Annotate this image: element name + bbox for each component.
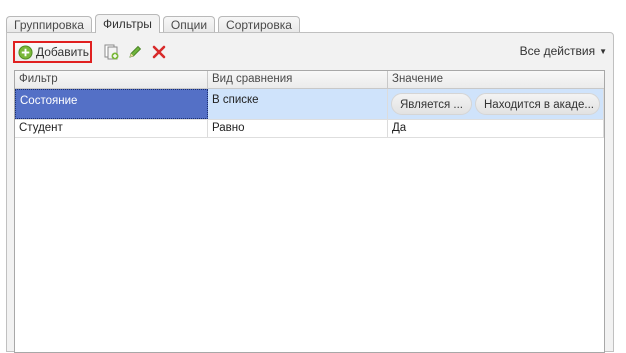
chevron-down-icon: ▼ [599,47,607,56]
tab-options[interactable]: Опции [162,16,216,33]
column-header-comparison[interactable]: Вид сравнения [208,71,388,88]
delete-x-icon[interactable] [151,44,167,60]
column-header-filter[interactable]: Фильтр [15,71,208,88]
tab-sorting[interactable]: Сортировка [218,16,300,33]
value-cell[interactable]: Да [388,120,604,137]
pencil-icon[interactable] [127,44,143,60]
value-chip[interactable]: Находится в акаде... [475,93,600,115]
copy-icon[interactable] [103,44,119,60]
value-chip[interactable]: Является ... [391,93,472,115]
table-header: Фильтр Вид сравнения Значение [15,71,604,89]
all-actions-label: Все действия [519,44,596,58]
tab-bar: Группировка Фильтры Опции Сортировка [6,14,303,33]
plus-circle-icon [18,44,33,60]
toolbar: Добавить Все действия ▼ [13,41,607,63]
add-button-label: Добавить [36,45,90,59]
add-button[interactable]: Добавить [13,41,92,63]
tab-grouping[interactable]: Группировка [6,16,92,33]
filters-panel: Добавить Все действия ▼ Фильтр Вид сравне… [6,32,614,353]
filters-table: Фильтр Вид сравнения Значение Состояние … [14,70,605,353]
value-cell[interactable]: Является ... Находится в акаде... [388,89,604,119]
column-header-value[interactable]: Значение [388,71,604,88]
filter-cell[interactable]: Студент [15,120,208,137]
all-actions-menu[interactable]: Все действия ▼ [520,44,607,58]
filter-cell[interactable]: Состояние [15,89,208,119]
comparison-cell[interactable]: В списке [208,89,388,119]
tab-filters[interactable]: Фильтры [94,14,160,33]
table-row[interactable]: Состояние В списке Является ... Находитс… [15,89,604,120]
table-row[interactable]: Студент Равно Да [15,120,604,138]
comparison-cell[interactable]: Равно [208,120,388,137]
